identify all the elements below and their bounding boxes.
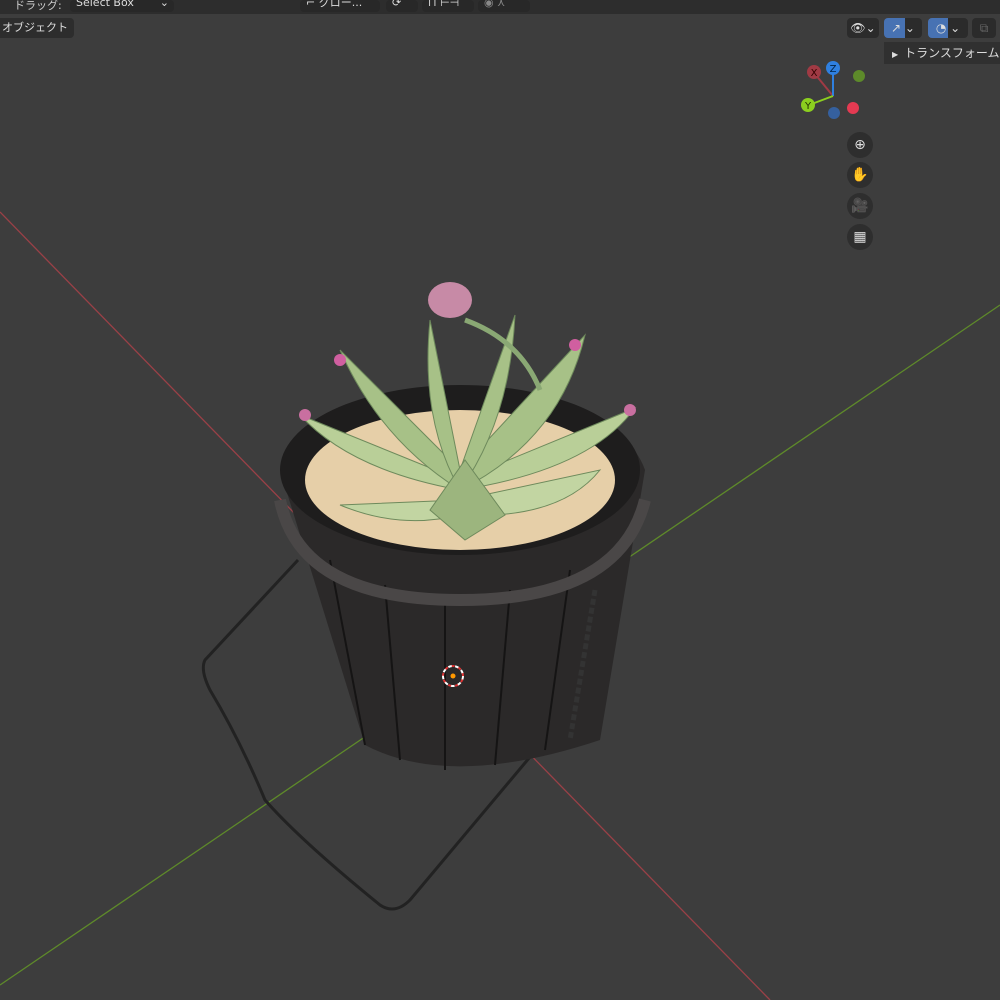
overlay-toggle[interactable]: ◔ ⌄ xyxy=(928,18,968,38)
ortho-toggle-button[interactable]: ▦ xyxy=(847,224,873,250)
navigation-gizmo[interactable]: X Z Y xyxy=(801,61,865,119)
hand-pan-icon: ✋ xyxy=(851,167,869,183)
overlay-icon: ◔ ⌄ xyxy=(935,21,961,35)
camera-icon: 🎥 xyxy=(851,198,869,214)
drag-label: ドラッグ: xyxy=(14,0,62,12)
gizmo-y-label: Y xyxy=(804,101,812,112)
gizmo-z-label: Z xyxy=(830,64,837,75)
gizmo-toggle[interactable]: ↗ ⌄ xyxy=(884,18,922,38)
pan-button[interactable]: ✋ xyxy=(847,162,873,188)
snap-dropdown[interactable]: ⊓ ⊢⊣ xyxy=(422,0,474,12)
orientation-value: グロー... xyxy=(318,0,363,9)
xray-toggle[interactable]: ⧉ xyxy=(972,18,996,38)
pivot-dropdown[interactable]: ⟳ xyxy=(386,0,418,12)
select-mode-value: Select Box xyxy=(76,0,134,9)
xray-icon: ⧉ xyxy=(979,21,989,35)
camera-view-button[interactable]: 🎥 xyxy=(847,193,873,219)
zoom-icon: ⊕ xyxy=(854,137,866,153)
transform-label: トランスフォーム xyxy=(904,46,1000,60)
proportional-edit-icon: ◉ ⋏ xyxy=(484,0,506,9)
disclosure-triangle-icon: ▶ xyxy=(892,50,899,59)
proportional-edit-dropdown[interactable]: ◉ ⋏ xyxy=(478,0,530,12)
magnet-icon: ⊓ ⊢⊣ xyxy=(428,0,460,9)
object-mode-tab[interactable]: オブジェクト xyxy=(0,18,74,38)
visibility-dropdown[interactable]: 👁⌄ xyxy=(847,18,879,38)
sidebar-transform-panel[interactable]: ▶ トランスフォーム xyxy=(884,42,1000,64)
object-mode-label: オブジェクト xyxy=(2,21,68,34)
axes-icon: ⌐ xyxy=(306,0,316,9)
orientation-dropdown[interactable]: ⌐ グロー... xyxy=(300,0,380,12)
zoom-button[interactable]: ⊕ xyxy=(847,132,873,158)
pivot-icon: ⟳ xyxy=(392,0,402,9)
gizmo-icon: ↗ ⌄ xyxy=(891,21,915,35)
eye-icon: 👁⌄ xyxy=(850,21,876,35)
chevron-down-icon: ⌄ xyxy=(159,0,169,9)
gizmo-x-label: X xyxy=(811,68,818,79)
grid-ortho-icon: ▦ xyxy=(853,229,867,245)
select-mode-dropdown[interactable]: Select Box ⌄ xyxy=(70,0,174,12)
